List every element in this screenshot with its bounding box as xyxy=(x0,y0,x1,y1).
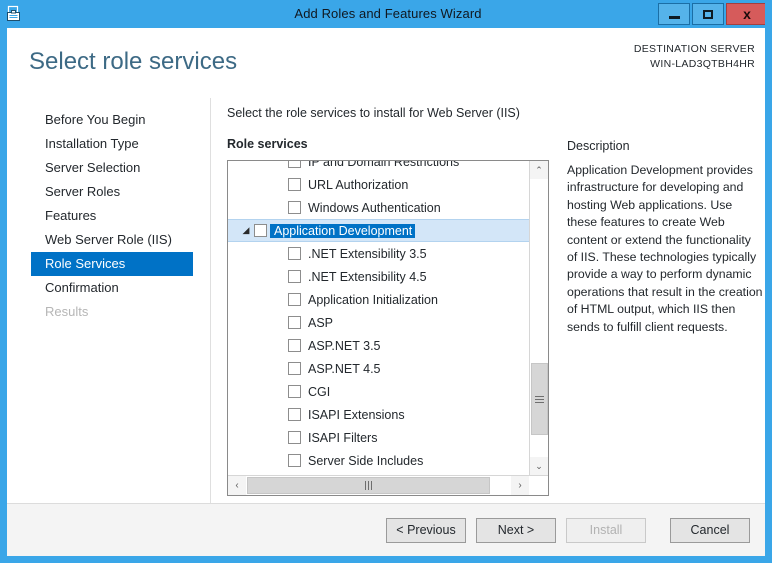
maximize-icon xyxy=(703,9,713,19)
checkbox[interactable] xyxy=(288,339,301,352)
list-item[interactable]: ASP.NET 3.5 xyxy=(228,334,530,357)
sidebar-item-installation-type[interactable]: Installation Type xyxy=(7,132,210,156)
footer-button-bar: < Previous Next > Install Cancel xyxy=(7,503,765,556)
sidebar-item-role-services[interactable]: Role Services xyxy=(31,252,193,276)
checkbox[interactable] xyxy=(288,316,301,329)
list-item[interactable]: .NET Extensibility 3.5 xyxy=(228,242,530,265)
list-item-label: URL Authorization xyxy=(308,177,409,192)
list-item[interactable]: ISAPI Extensions xyxy=(228,403,530,426)
server-wizard-icon xyxy=(7,0,28,28)
list-item-label: ASP xyxy=(308,315,334,330)
checkbox[interactable] xyxy=(288,362,301,375)
role-services-label: Role services xyxy=(227,137,308,151)
checkbox[interactable] xyxy=(288,293,301,306)
role-services-listbox[interactable]: IP and Domain Restrictions URL Authorizat… xyxy=(227,160,549,496)
page-header: Select role services DESTINATION SERVER … xyxy=(7,28,765,98)
checkbox[interactable] xyxy=(288,454,301,467)
vertical-scrollbar[interactable]: ⌃ ⌄ xyxy=(529,161,548,475)
checkbox[interactable] xyxy=(288,270,301,283)
list-item-label: Server Side Includes xyxy=(308,453,424,468)
scrollbar-corner xyxy=(529,476,548,495)
checkbox[interactable] xyxy=(288,201,301,214)
checkbox[interactable] xyxy=(288,247,301,260)
install-button: Install xyxy=(566,517,646,543)
list-item[interactable]: Windows Authentication xyxy=(228,196,530,219)
grip-icon xyxy=(535,395,544,403)
list-viewport: IP and Domain Restrictions URL Authorizat… xyxy=(228,161,530,475)
scroll-down-icon[interactable]: ⌄ xyxy=(530,457,548,475)
window-title: Add Roles and Features Wizard xyxy=(294,6,482,21)
vertical-scrollbar-thumb[interactable] xyxy=(531,363,548,435)
checkbox[interactable] xyxy=(254,224,267,237)
list-items-container: IP and Domain Restrictions URL Authorizat… xyxy=(228,161,530,475)
list-item[interactable]: ASP.NET 4.5 xyxy=(228,357,530,380)
description-text: Application Development provides infrast… xyxy=(567,163,763,334)
list-item[interactable]: .NET Extensibility 4.5 xyxy=(228,265,530,288)
list-item-label: ASP.NET 3.5 xyxy=(308,338,381,353)
list-item-label: ISAPI Filters xyxy=(308,430,378,445)
checkbox[interactable] xyxy=(288,161,301,168)
list-item[interactable]: IP and Domain Restrictions xyxy=(228,161,530,173)
list-item-label: CGI xyxy=(308,384,331,399)
destination-server: DESTINATION SERVER WIN-LAD3QTBH4HR xyxy=(634,42,755,72)
cancel-button[interactable]: Cancel xyxy=(670,517,750,543)
title-bar: Add Roles and Features Wizard x xyxy=(7,0,765,28)
list-item-label: .NET Extensibility 3.5 xyxy=(308,246,427,261)
sidebar-item-confirmation[interactable]: Confirmation xyxy=(7,276,210,300)
close-button[interactable]: x xyxy=(726,3,765,25)
checkbox[interactable] xyxy=(288,431,301,444)
list-item[interactable]: Application Initialization xyxy=(228,288,530,311)
sidebar-item-server-roles[interactable]: Server Roles xyxy=(7,180,210,204)
list-item[interactable]: ASP xyxy=(228,311,530,334)
previous-button[interactable]: < Previous xyxy=(386,517,466,543)
list-item-label: Application Development xyxy=(270,223,416,238)
description-label: Description xyxy=(567,139,630,153)
grip-icon xyxy=(365,481,372,490)
horizontal-scrollbar[interactable]: ‹ › xyxy=(228,475,548,495)
destination-server-label: DESTINATION SERVER xyxy=(633,43,755,55)
list-item[interactable]: ISAPI Filters xyxy=(228,426,530,449)
list-item[interactable]: CGI xyxy=(228,380,530,403)
main-content: Select the role services to install for … xyxy=(211,98,765,503)
sidebar-item-server-selection[interactable]: Server Selection xyxy=(7,156,210,180)
page-title: Select role services xyxy=(29,48,238,75)
expand-collapse-icon[interactable]: ◢ xyxy=(238,225,254,236)
list-item-label: Windows Authentication xyxy=(308,200,441,215)
list-item-label: IP and Domain Restrictions xyxy=(308,161,460,169)
checkbox[interactable] xyxy=(288,408,301,421)
minimize-icon xyxy=(668,15,680,19)
list-item-label: ISAPI Extensions xyxy=(308,407,405,422)
list-item-label: ASP.NET 4.5 xyxy=(308,361,381,376)
maximize-button[interactable] xyxy=(692,3,724,25)
scroll-right-icon[interactable]: › xyxy=(511,476,529,495)
sidebar-item-results: Results xyxy=(45,304,89,319)
scroll-up-icon[interactable]: ⌃ xyxy=(530,161,548,179)
list-item[interactable]: Server Side Includes xyxy=(228,449,530,472)
next-button[interactable]: Next > xyxy=(476,517,556,543)
checkbox[interactable] xyxy=(288,178,301,191)
scroll-left-icon[interactable]: ‹ xyxy=(228,476,246,495)
sidebar-item-before-you-begin[interactable]: Before You Begin xyxy=(7,108,210,132)
sidebar-item-web-server-role-iis[interactable]: Web Server Role (IIS) xyxy=(7,228,210,252)
sidebar-item-features[interactable]: Features xyxy=(7,204,210,228)
horizontal-scrollbar-thumb[interactable] xyxy=(247,477,490,494)
list-item-label: .NET Extensibility 4.5 xyxy=(308,269,427,284)
wizard-navigation: Before You Begin Installation Type Server … xyxy=(7,98,211,503)
instruction-text: Select the role services to install for … xyxy=(227,106,520,120)
list-item[interactable]: ◢ Application Development xyxy=(228,219,530,242)
destination-server-name: WIN-LAD3QTBH4HR xyxy=(650,58,755,70)
checkbox[interactable] xyxy=(288,385,301,398)
list-item-label: Application Initialization xyxy=(308,292,438,307)
body-area: Before You Begin Installation Type Server … xyxy=(7,98,765,503)
wizard-window: Add Roles and Features Wizard x Select r… xyxy=(0,0,772,563)
list-item[interactable]: URL Authorization xyxy=(228,173,530,196)
minimize-button[interactable] xyxy=(658,3,690,25)
